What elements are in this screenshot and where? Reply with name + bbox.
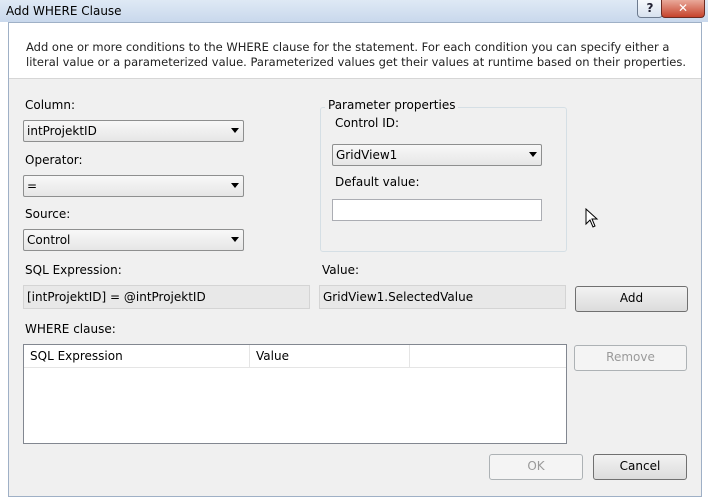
sql-expression-label: SQL Expression: [25,263,122,277]
list-header: SQL Expression Value [24,345,566,368]
remove-button[interactable]: Remove [574,345,687,371]
default-value-input[interactable] [332,199,542,221]
chevron-down-icon [231,128,239,133]
title-bar: Add WHERE Clause ? ✕ [0,0,708,22]
description-panel: Add one or more conditions to the WHERE … [9,23,701,79]
help-button[interactable]: ? [637,0,663,18]
column-label: Column: [25,98,75,112]
cancel-button[interactable]: Cancel [593,454,687,480]
operator-dropdown[interactable]: = [23,175,244,197]
chevron-down-icon [231,183,239,188]
value-label: Value: [322,263,359,277]
add-button[interactable]: Add [575,286,688,312]
control-id-label: Control ID: [335,116,400,130]
where-clause-list[interactable]: SQL Expression Value [23,344,567,444]
operator-value: = [27,179,38,193]
column-header-sql-expression[interactable]: SQL Expression [24,345,250,367]
description-text: Add one or more conditions to the WHERE … [26,40,686,69]
source-dropdown[interactable]: Control [23,229,244,251]
column-value: intProjektID [27,124,97,138]
value-field: GridView1.SelectedValue [319,285,566,309]
operator-label: Operator: [25,153,83,167]
control-id-value: GridView1 [336,148,398,162]
source-label: Source: [25,207,71,221]
control-id-dropdown[interactable]: GridView1 [332,144,542,166]
sql-expression-field: [intProjektID] = @intProjektID [23,285,310,309]
chevron-down-icon [529,152,537,157]
value-text: GridView1.SelectedValue [323,290,474,304]
dialog-body: Add one or more conditions to the WHERE … [8,22,702,497]
mouse-pointer-icon [585,208,599,228]
where-clause-label: WHERE clause: [25,322,116,336]
close-button[interactable]: ✕ [661,0,705,18]
default-value-label: Default value: [335,175,420,189]
sql-expression-value: [intProjektID] = @intProjektID [27,290,206,304]
column-dropdown[interactable]: intProjektID [23,120,244,142]
parameter-properties-title: Parameter properties [325,98,459,112]
source-value: Control [27,233,71,247]
chevron-down-icon [231,237,239,242]
ok-button[interactable]: OK [489,454,583,480]
column-header-value[interactable]: Value [250,345,410,367]
window-title: Add WHERE Clause [6,4,122,18]
